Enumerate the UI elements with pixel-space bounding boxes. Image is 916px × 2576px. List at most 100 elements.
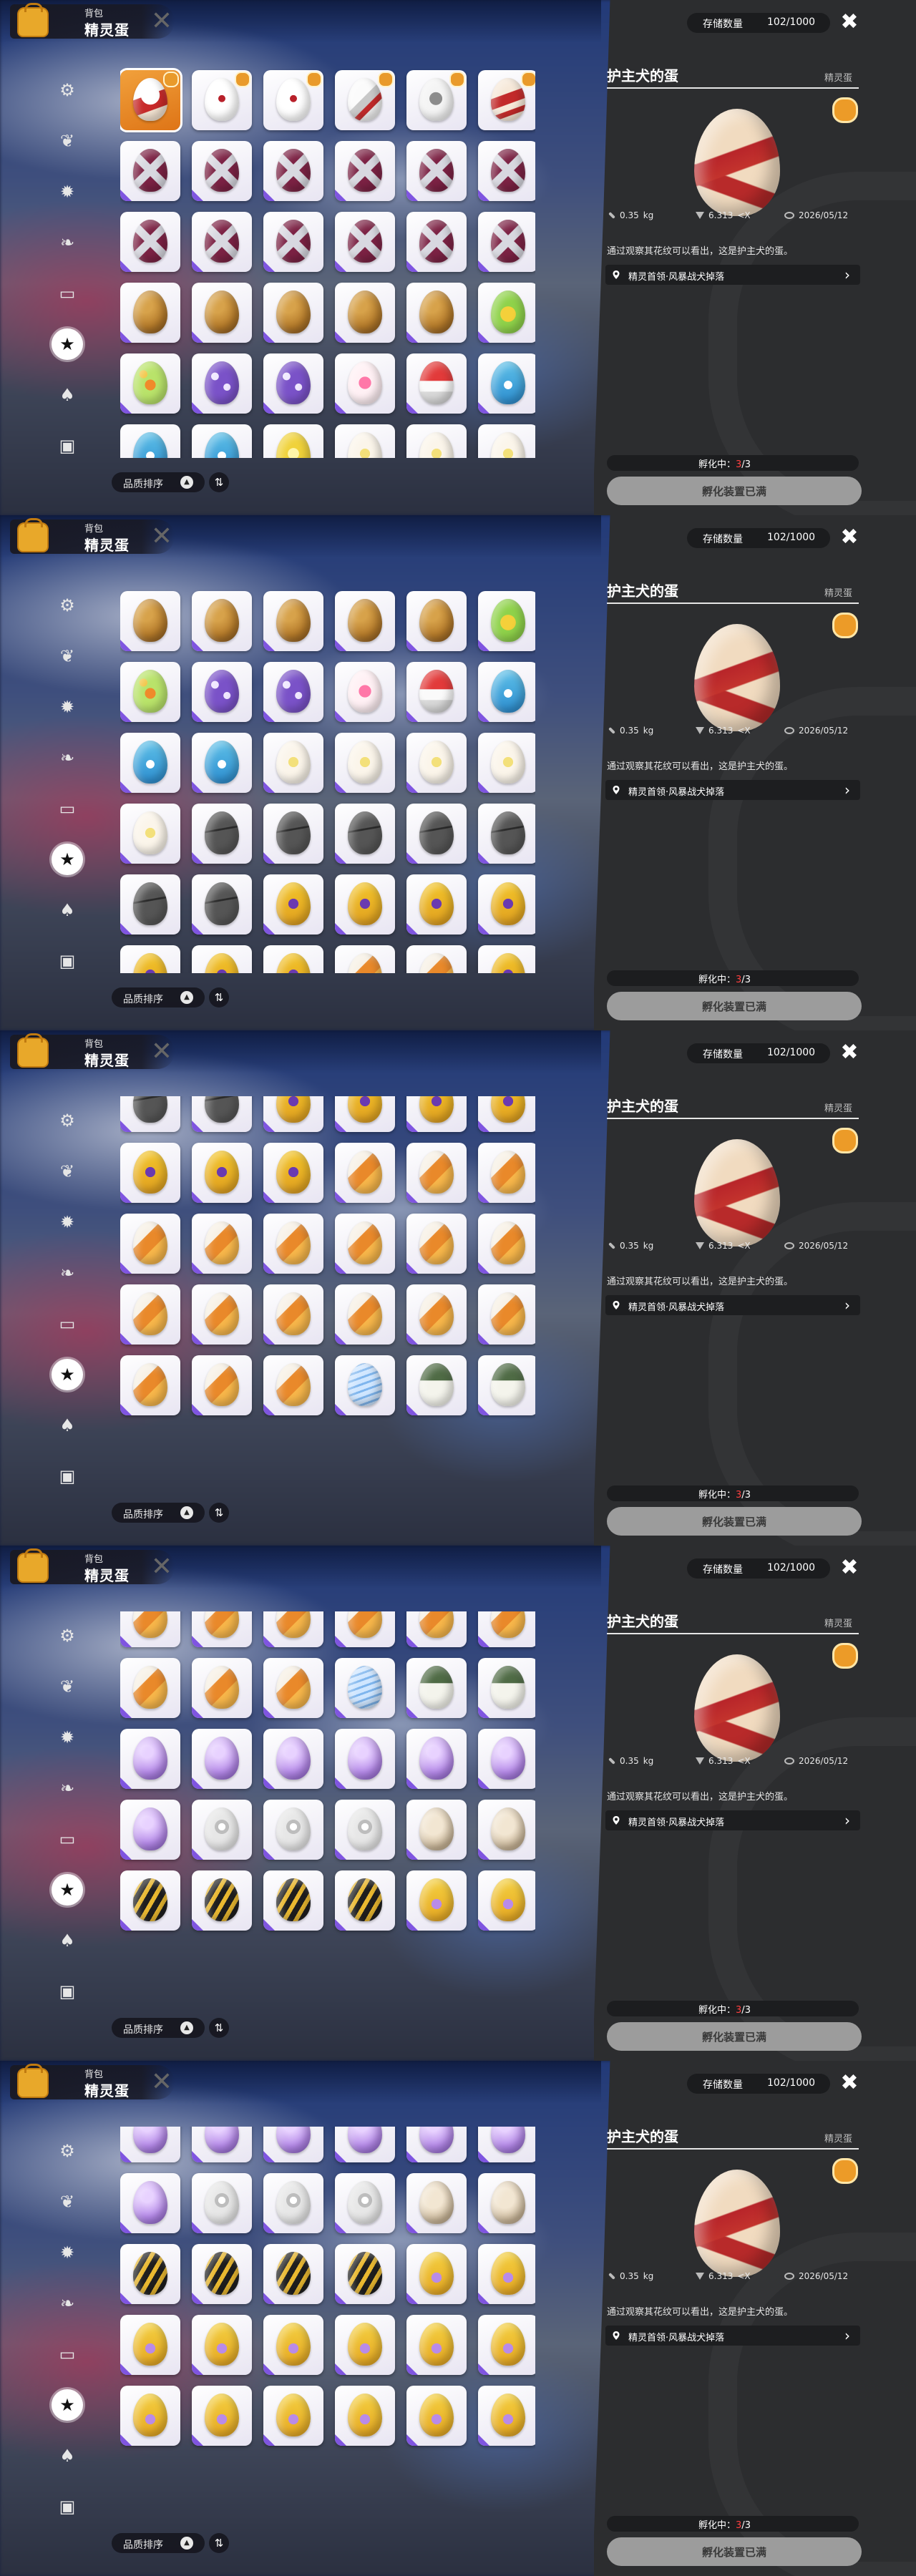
egg-slot[interactable]: [120, 1800, 180, 1860]
egg-slot[interactable]: [120, 2127, 180, 2162]
egg-slot[interactable]: [335, 1611, 395, 1647]
egg-slot[interactable]: [335, 2127, 395, 2162]
leaf-icon[interactable]: ❦: [52, 1156, 83, 1187]
egg-slot[interactable]: [120, 283, 180, 343]
back-close-icon[interactable]: ✕: [149, 1039, 175, 1065]
sort-toggle-icon[interactable]: ⇅: [209, 2018, 229, 2038]
egg-slot[interactable]: [192, 2386, 252, 2446]
egg-slot[interactable]: [192, 141, 252, 201]
sort-toggle-icon[interactable]: ⇅: [209, 2533, 229, 2553]
egg-slot[interactable]: [406, 141, 467, 201]
egg-slot[interactable]: [478, 1214, 535, 1274]
star-icon[interactable]: ★: [52, 2389, 83, 2421]
egg-slot[interactable]: [192, 1800, 252, 1860]
egg-slot[interactable]: [478, 70, 535, 130]
egg-slot[interactable]: [478, 1284, 535, 1345]
sort-direction-icon[interactable]: ▲: [180, 2021, 193, 2034]
sun-burst-icon[interactable]: ✹: [52, 691, 83, 723]
egg-slot[interactable]: [478, 804, 535, 864]
egg-slot[interactable]: [263, 1611, 323, 1647]
egg-slot[interactable]: [120, 212, 180, 272]
egg-slot[interactable]: [335, 1800, 395, 1860]
egg-slot[interactable]: [263, 733, 323, 793]
egg-slot[interactable]: [335, 662, 395, 722]
egg-slot[interactable]: [120, 2173, 180, 2233]
egg-slot[interactable]: [192, 2127, 252, 2162]
sun-burst-icon[interactable]: ✹: [52, 176, 83, 208]
egg-slot[interactable]: [120, 1214, 180, 1274]
egg-slot[interactable]: [406, 1658, 467, 1718]
egg-slot[interactable]: [406, 1611, 467, 1647]
egg-slot[interactable]: [478, 2127, 535, 2162]
egg-slot[interactable]: [263, 1214, 323, 1274]
egg-slot[interactable]: [478, 1729, 535, 1789]
egg-slot[interactable]: [406, 662, 467, 722]
egg-slot[interactable]: [478, 1143, 535, 1203]
egg-slot[interactable]: [478, 662, 535, 722]
egg-slot[interactable]: [120, 1729, 180, 1789]
egg-slot[interactable]: [335, 804, 395, 864]
star-icon[interactable]: ★: [52, 1874, 83, 1906]
settings-gear-icon[interactable]: ⚙: [52, 74, 83, 106]
acorn-icon[interactable]: ♠: [52, 1925, 83, 1956]
chevron-right-icon[interactable]: ›: [844, 265, 850, 285]
sort-direction-icon[interactable]: ▲: [180, 991, 193, 1004]
egg-slot[interactable]: [120, 2315, 180, 2375]
egg-slot[interactable]: [120, 353, 180, 414]
box-icon[interactable]: ▭: [52, 2338, 83, 2370]
egg-slot[interactable]: [335, 1214, 395, 1274]
egg-slot[interactable]: [192, 2244, 252, 2304]
egg-slot[interactable]: [478, 2173, 535, 2233]
egg-slot[interactable]: [406, 804, 467, 864]
egg-slot[interactable]: [120, 1284, 180, 1345]
egg-slot[interactable]: [120, 1355, 180, 1415]
egg-slot[interactable]: [192, 1355, 252, 1415]
acorn-icon[interactable]: ♠: [52, 1410, 83, 1441]
acorn-icon[interactable]: ♠: [52, 379, 83, 411]
box-icon[interactable]: ▭: [52, 278, 83, 309]
leaf-icon[interactable]: ❦: [52, 125, 83, 157]
egg-slot[interactable]: [335, 2315, 395, 2375]
egg-slot[interactable]: [335, 1729, 395, 1789]
egg-slot[interactable]: [120, 1096, 180, 1132]
back-close-icon[interactable]: ✕: [149, 9, 175, 34]
egg-slot[interactable]: [263, 662, 323, 722]
egg-slot[interactable]: [335, 353, 395, 414]
acorn-icon[interactable]: ♠: [52, 894, 83, 926]
egg-slot[interactable]: [478, 1355, 535, 1415]
egg-slot[interactable]: [406, 2244, 467, 2304]
egg-slot[interactable]: [335, 874, 395, 935]
egg-slot[interactable]: [263, 353, 323, 414]
egg-slot[interactable]: [192, 2315, 252, 2375]
close-icon[interactable]: ✖: [837, 1040, 862, 1065]
egg-slot[interactable]: [192, 70, 252, 130]
egg-slot[interactable]: [263, 1870, 323, 1931]
bird-icon[interactable]: ❧: [52, 227, 83, 258]
egg-slot[interactable]: [263, 2173, 323, 2233]
egg-slot[interactable]: [263, 1658, 323, 1718]
egg-slot[interactable]: [406, 353, 467, 414]
egg-slot[interactable]: [192, 804, 252, 864]
back-close-icon[interactable]: ✕: [149, 524, 175, 550]
egg-slot[interactable]: [478, 2386, 535, 2446]
egg-slot[interactable]: [192, 212, 252, 272]
egg-slot[interactable]: [120, 591, 180, 651]
leaf-icon[interactable]: ❦: [52, 1671, 83, 1702]
egg-slot[interactable]: [406, 212, 467, 272]
egg-slot[interactable]: [335, 1870, 395, 1931]
chest-icon[interactable]: ▣: [52, 2491, 83, 2522]
egg-slot[interactable]: [406, 1800, 467, 1860]
egg-slot[interactable]: [263, 1800, 323, 1860]
egg-slot[interactable]: [335, 212, 395, 272]
egg-slot[interactable]: [120, 804, 180, 864]
egg-slot[interactable]: [192, 1284, 252, 1345]
egg-slot[interactable]: [263, 2244, 323, 2304]
egg-slot[interactable]: [263, 70, 323, 130]
egg-slot[interactable]: [406, 2386, 467, 2446]
egg-slot[interactable]: [192, 874, 252, 935]
sun-burst-icon[interactable]: ✹: [52, 1206, 83, 1238]
egg-slot[interactable]: [120, 945, 180, 973]
egg-slot[interactable]: [192, 945, 252, 973]
egg-slot[interactable]: [335, 1658, 395, 1718]
bird-icon[interactable]: ❧: [52, 1257, 83, 1289]
